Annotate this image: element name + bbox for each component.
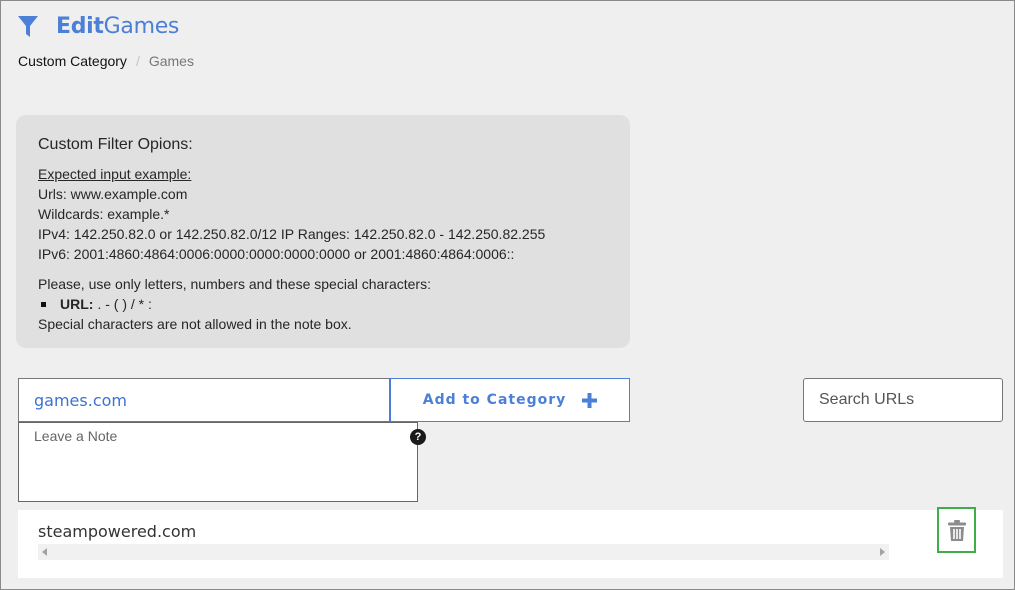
example-wildcards: Wildcards: example.* bbox=[38, 206, 170, 222]
example-urls: Urls: www.example.com bbox=[38, 186, 188, 202]
special-chars-list: URL: . - ( ) / * : bbox=[41, 294, 608, 314]
page-title-bold: Edit bbox=[56, 14, 104, 39]
expected-input-heading: Expected input example: bbox=[38, 166, 192, 182]
filter-options-panel: Custom Filter Opions: Expected input exa… bbox=[16, 115, 630, 348]
add-to-category-label: Add to Category bbox=[422, 392, 567, 408]
special-chars-intro: Please, use only letters, numbers and th… bbox=[38, 276, 431, 292]
note-textarea[interactable]: Leave a Note bbox=[18, 422, 418, 502]
special-chars-url-label: URL: bbox=[60, 296, 94, 312]
list-item-url: steampowered.com bbox=[38, 522, 197, 541]
breadcrumb-separator: / bbox=[135, 53, 140, 69]
url-input[interactable]: games.com bbox=[18, 378, 390, 422]
search-urls-input[interactable]: Search URLs bbox=[803, 378, 1003, 422]
add-to-category-button[interactable]: Add to Category bbox=[390, 378, 630, 422]
note-rule-text: Special characters are not allowed in th… bbox=[38, 316, 352, 332]
page-title: EditGames bbox=[56, 14, 179, 39]
scroll-right-arrow-icon[interactable] bbox=[880, 548, 885, 556]
breadcrumb-current: Games bbox=[148, 53, 194, 69]
filter-options-heading: Custom Filter Opions: bbox=[38, 136, 193, 153]
plus-icon bbox=[582, 392, 598, 408]
page-header: EditGames bbox=[17, 14, 179, 39]
page-title-rest: Games bbox=[103, 14, 180, 39]
special-chars-url-values: . - ( ) / * : bbox=[97, 296, 152, 312]
filter-icon bbox=[18, 15, 38, 37]
example-ipv4: IPv4: 142.250.82.0 or 142.250.82.0/12 IP… bbox=[38, 226, 546, 242]
breadcrumb: Custom Category / Games bbox=[18, 53, 194, 69]
bullet bbox=[41, 301, 46, 307]
breadcrumb-parent-link[interactable]: Custom Category bbox=[18, 53, 127, 69]
scroll-left-arrow-icon[interactable] bbox=[42, 548, 47, 556]
url-list: steampowered.com bbox=[18, 507, 1003, 578]
example-ipv6: IPv6: 2001:4860:4864:0006:0000:0000:0000… bbox=[38, 246, 515, 262]
delete-url-button[interactable] bbox=[937, 507, 976, 553]
trash-icon bbox=[947, 519, 966, 541]
horizontal-scrollbar[interactable] bbox=[38, 544, 889, 560]
special-chars-url-item: URL: . - ( ) / * : bbox=[41, 294, 608, 314]
help-icon[interactable]: ? bbox=[410, 429, 426, 445]
